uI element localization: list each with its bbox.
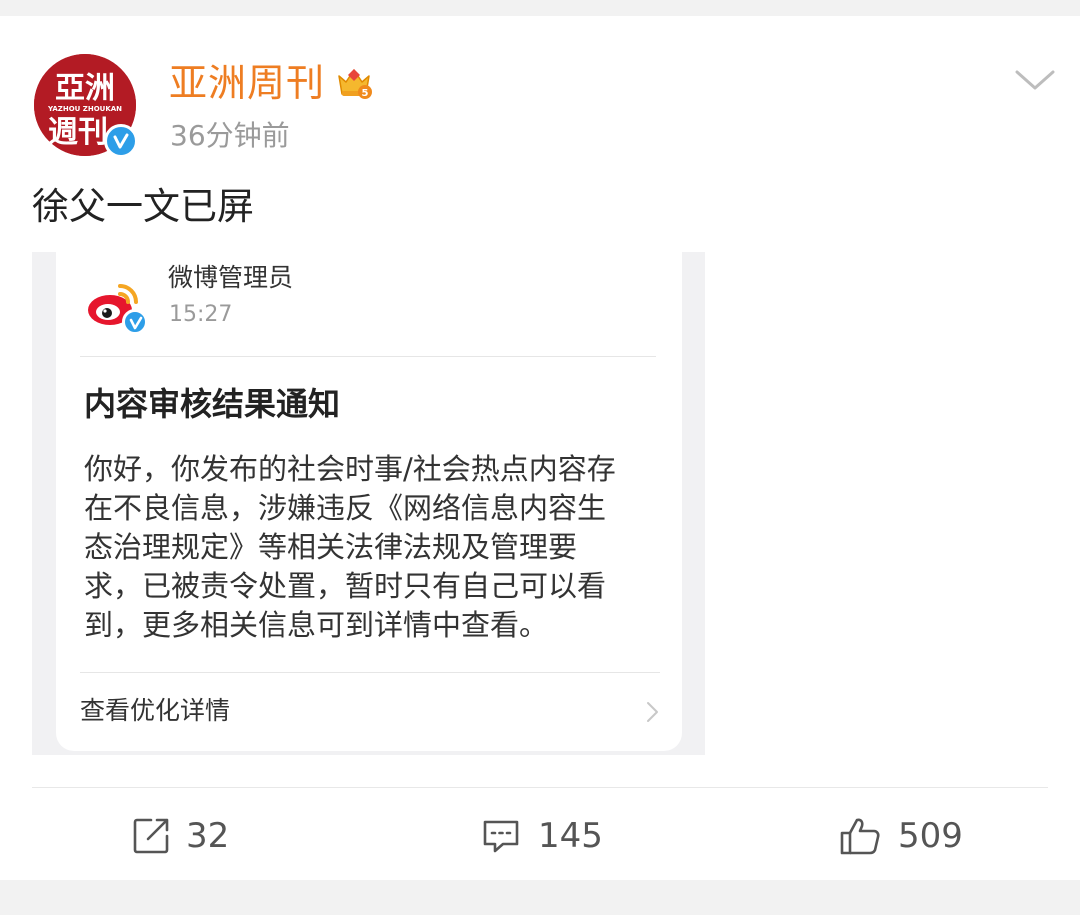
notice-body-line: 态治理规定》等相关法律法规及管理要 (84, 530, 578, 564)
divider (80, 356, 656, 357)
moderation-notice-card: 微博管理员 15:27 内容审核结果通知 你好，你发布的社会时事/社会热点内容存… (56, 252, 682, 751)
comment-count: 145 (538, 816, 603, 856)
notice-title: 内容审核结果通知 (84, 385, 341, 423)
share-icon (133, 818, 169, 854)
verified-badge-icon (104, 124, 138, 158)
notice-body-line: 在不良信息，涉嫌违反《网络信息内容生 (84, 491, 607, 525)
notice-body: 你好，你发布的社会时事/社会热点内容存 在不良信息，涉嫌违反《网络信息内容生 态… (84, 450, 662, 645)
post-image[interactable]: 微博管理员 15:27 内容审核结果通知 你好，你发布的社会时事/社会热点内容存… (32, 252, 705, 755)
admin-name: 微博管理员 (168, 263, 294, 292)
divider (80, 672, 660, 673)
chevron-down-icon[interactable] (1014, 66, 1056, 94)
author-name[interactable]: 亚洲周刊 (169, 60, 325, 106)
repost-count: 32 (186, 816, 230, 856)
repost-button[interactable]: 32 (131, 814, 241, 858)
crown-icon[interactable]: 5 (334, 62, 374, 102)
chevron-right-icon (647, 702, 658, 722)
like-button[interactable]: 509 (839, 814, 969, 858)
admin-time: 15:27 (169, 302, 233, 327)
admin-avatar (86, 272, 148, 335)
like-count: 509 (898, 816, 963, 856)
divider (32, 787, 1048, 788)
logo-text-sub: YAZHOU ZHOUKAN (47, 105, 122, 113)
post-text: 徐父一文已屏 (32, 185, 254, 228)
logo-text-top: 亞洲 (55, 71, 115, 106)
author-avatar[interactable]: 亞洲 YAZHOU ZHOUKAN 週刊 (34, 54, 138, 158)
admin-verified-badge-icon (122, 309, 148, 335)
notice-body-line: 你好，你发布的社会时事/社会热点内容存 (84, 452, 616, 486)
comment-icon (483, 820, 519, 853)
logo-text-bottom: 週刊 (48, 115, 108, 150)
view-details-label: 查看优化详情 (80, 696, 231, 725)
weibo-post-card: 亞洲 YAZHOU ZHOUKAN 週刊 亚洲周刊 5 36分钟前 徐父一文已屏 (0, 16, 1080, 880)
comment-button[interactable]: 145 (481, 814, 611, 858)
post-timestamp: 36分钟前 (170, 119, 290, 152)
notice-body-line: 求，已被责令处置，暂时只有自己可以看 (84, 569, 607, 603)
thumbs-up-icon (840, 818, 880, 855)
notice-body-line: 到，更多相关信息可到详情中查看。 (84, 608, 549, 642)
svg-text:5: 5 (362, 88, 369, 99)
view-details-link[interactable]: 查看优化详情 (80, 692, 660, 732)
